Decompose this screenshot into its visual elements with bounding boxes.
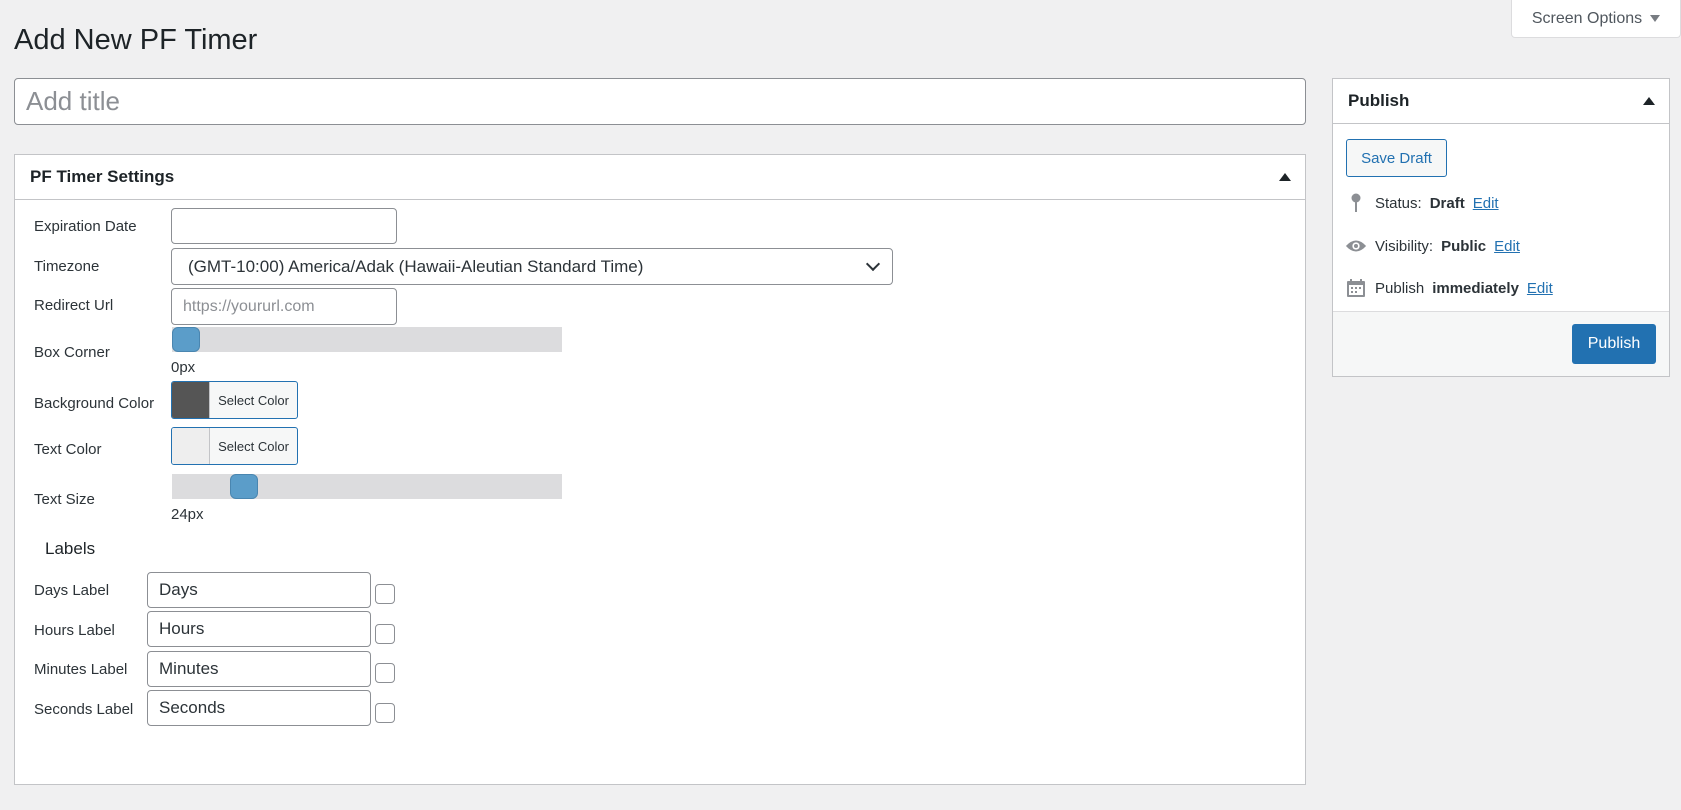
publish-box: Publish Save Draft Status: Draft Edit Vi…: [1332, 78, 1670, 377]
edit-schedule-link[interactable]: Edit: [1527, 280, 1553, 297]
background-color-swatch: [172, 382, 210, 418]
text-color-button-label: Select Color: [218, 438, 289, 454]
text-color-button[interactable]: Select Color: [171, 427, 298, 465]
timezone-label: Timezone: [34, 258, 100, 275]
text-size-slider[interactable]: [172, 474, 562, 499]
publish-header: Publish: [1333, 79, 1669, 124]
status-value: Draft: [1429, 194, 1465, 212]
minutes-label-checkbox[interactable]: [375, 663, 395, 683]
days-label: Days Label: [34, 582, 110, 599]
background-color-button-label: Select Color: [218, 392, 289, 408]
expiration-date-input[interactable]: [171, 208, 397, 244]
publish-actions: Publish: [1333, 311, 1669, 376]
text-color-label: Text Color: [34, 441, 102, 458]
pin-icon: [1345, 192, 1367, 214]
collapse-arrow-icon[interactable]: [1279, 173, 1291, 181]
background-color-label: Background Color: [34, 395, 155, 412]
screen-options-label: Screen Options: [1531, 9, 1643, 27]
eye-icon: [1345, 235, 1367, 257]
redirect-url-label: Redirect Url: [34, 297, 114, 314]
hours-label-checkbox[interactable]: [375, 624, 395, 644]
box-corner-slider-handle[interactable]: [172, 327, 200, 352]
edit-status-link[interactable]: Edit: [1473, 195, 1499, 212]
background-color-button[interactable]: Select Color: [171, 381, 298, 419]
text-size-value: 24px: [171, 506, 204, 523]
seconds-label-input[interactable]: [147, 690, 371, 726]
publish-schedule-row: Publish immediately Edit: [1345, 277, 1553, 299]
seconds-label: Seconds Label: [34, 701, 134, 718]
minutes-label: Minutes Label: [34, 661, 128, 678]
text-color-swatch: [172, 428, 210, 464]
days-label-input[interactable]: [147, 572, 371, 608]
title-input[interactable]: [14, 78, 1306, 125]
publish-button[interactable]: Publish: [1572, 324, 1656, 364]
box-corner-slider[interactable]: [172, 327, 562, 352]
publish-heading: Publish: [1348, 91, 1410, 110]
labels-heading: Labels: [45, 539, 96, 558]
timezone-select[interactable]: (GMT-10:00) America/Adak (Hawaii-Aleutia…: [171, 248, 893, 285]
minutes-label-input[interactable]: [147, 651, 371, 687]
text-size-label: Text Size: [34, 491, 95, 508]
status-label: Status:: [1375, 194, 1422, 212]
settings-heading: PF Timer Settings: [30, 167, 175, 186]
visibility-value: Public: [1441, 237, 1487, 255]
edit-visibility-link[interactable]: Edit: [1494, 238, 1520, 255]
calendar-icon: [1345, 277, 1367, 299]
hours-label: Hours Label: [34, 622, 115, 639]
box-corner-value: 0px: [171, 359, 196, 376]
page-title: Add New PF Timer: [14, 24, 258, 56]
status-row: Status: Draft Edit: [1345, 192, 1499, 214]
collapse-arrow-icon[interactable]: [1643, 97, 1655, 105]
screen-options-button[interactable]: Screen Options: [1511, 0, 1681, 38]
caret-down-icon: [1650, 15, 1661, 22]
timer-settings-box: PF Timer Settings Expiration Date Timezo…: [14, 154, 1306, 785]
chevron-down-icon: [865, 256, 881, 271]
seconds-label-checkbox[interactable]: [375, 703, 395, 723]
expiration-date-label: Expiration Date: [34, 218, 137, 235]
settings-header: PF Timer Settings: [15, 155, 1305, 200]
hours-label-input[interactable]: [147, 611, 371, 647]
visibility-label: Visibility:: [1375, 237, 1434, 255]
box-corner-label: Box Corner: [34, 344, 110, 361]
text-size-slider-handle[interactable]: [230, 474, 258, 499]
days-label-checkbox[interactable]: [375, 584, 395, 604]
save-draft-button[interactable]: Save Draft: [1346, 139, 1447, 177]
publish-schedule-value: immediately: [1432, 279, 1519, 297]
redirect-url-input[interactable]: [171, 288, 397, 325]
publish-schedule-label: Publish: [1375, 279, 1425, 297]
timezone-selected: (GMT-10:00) America/Adak (Hawaii-Aleutia…: [188, 256, 644, 276]
visibility-row: Visibility: Public Edit: [1345, 235, 1520, 257]
